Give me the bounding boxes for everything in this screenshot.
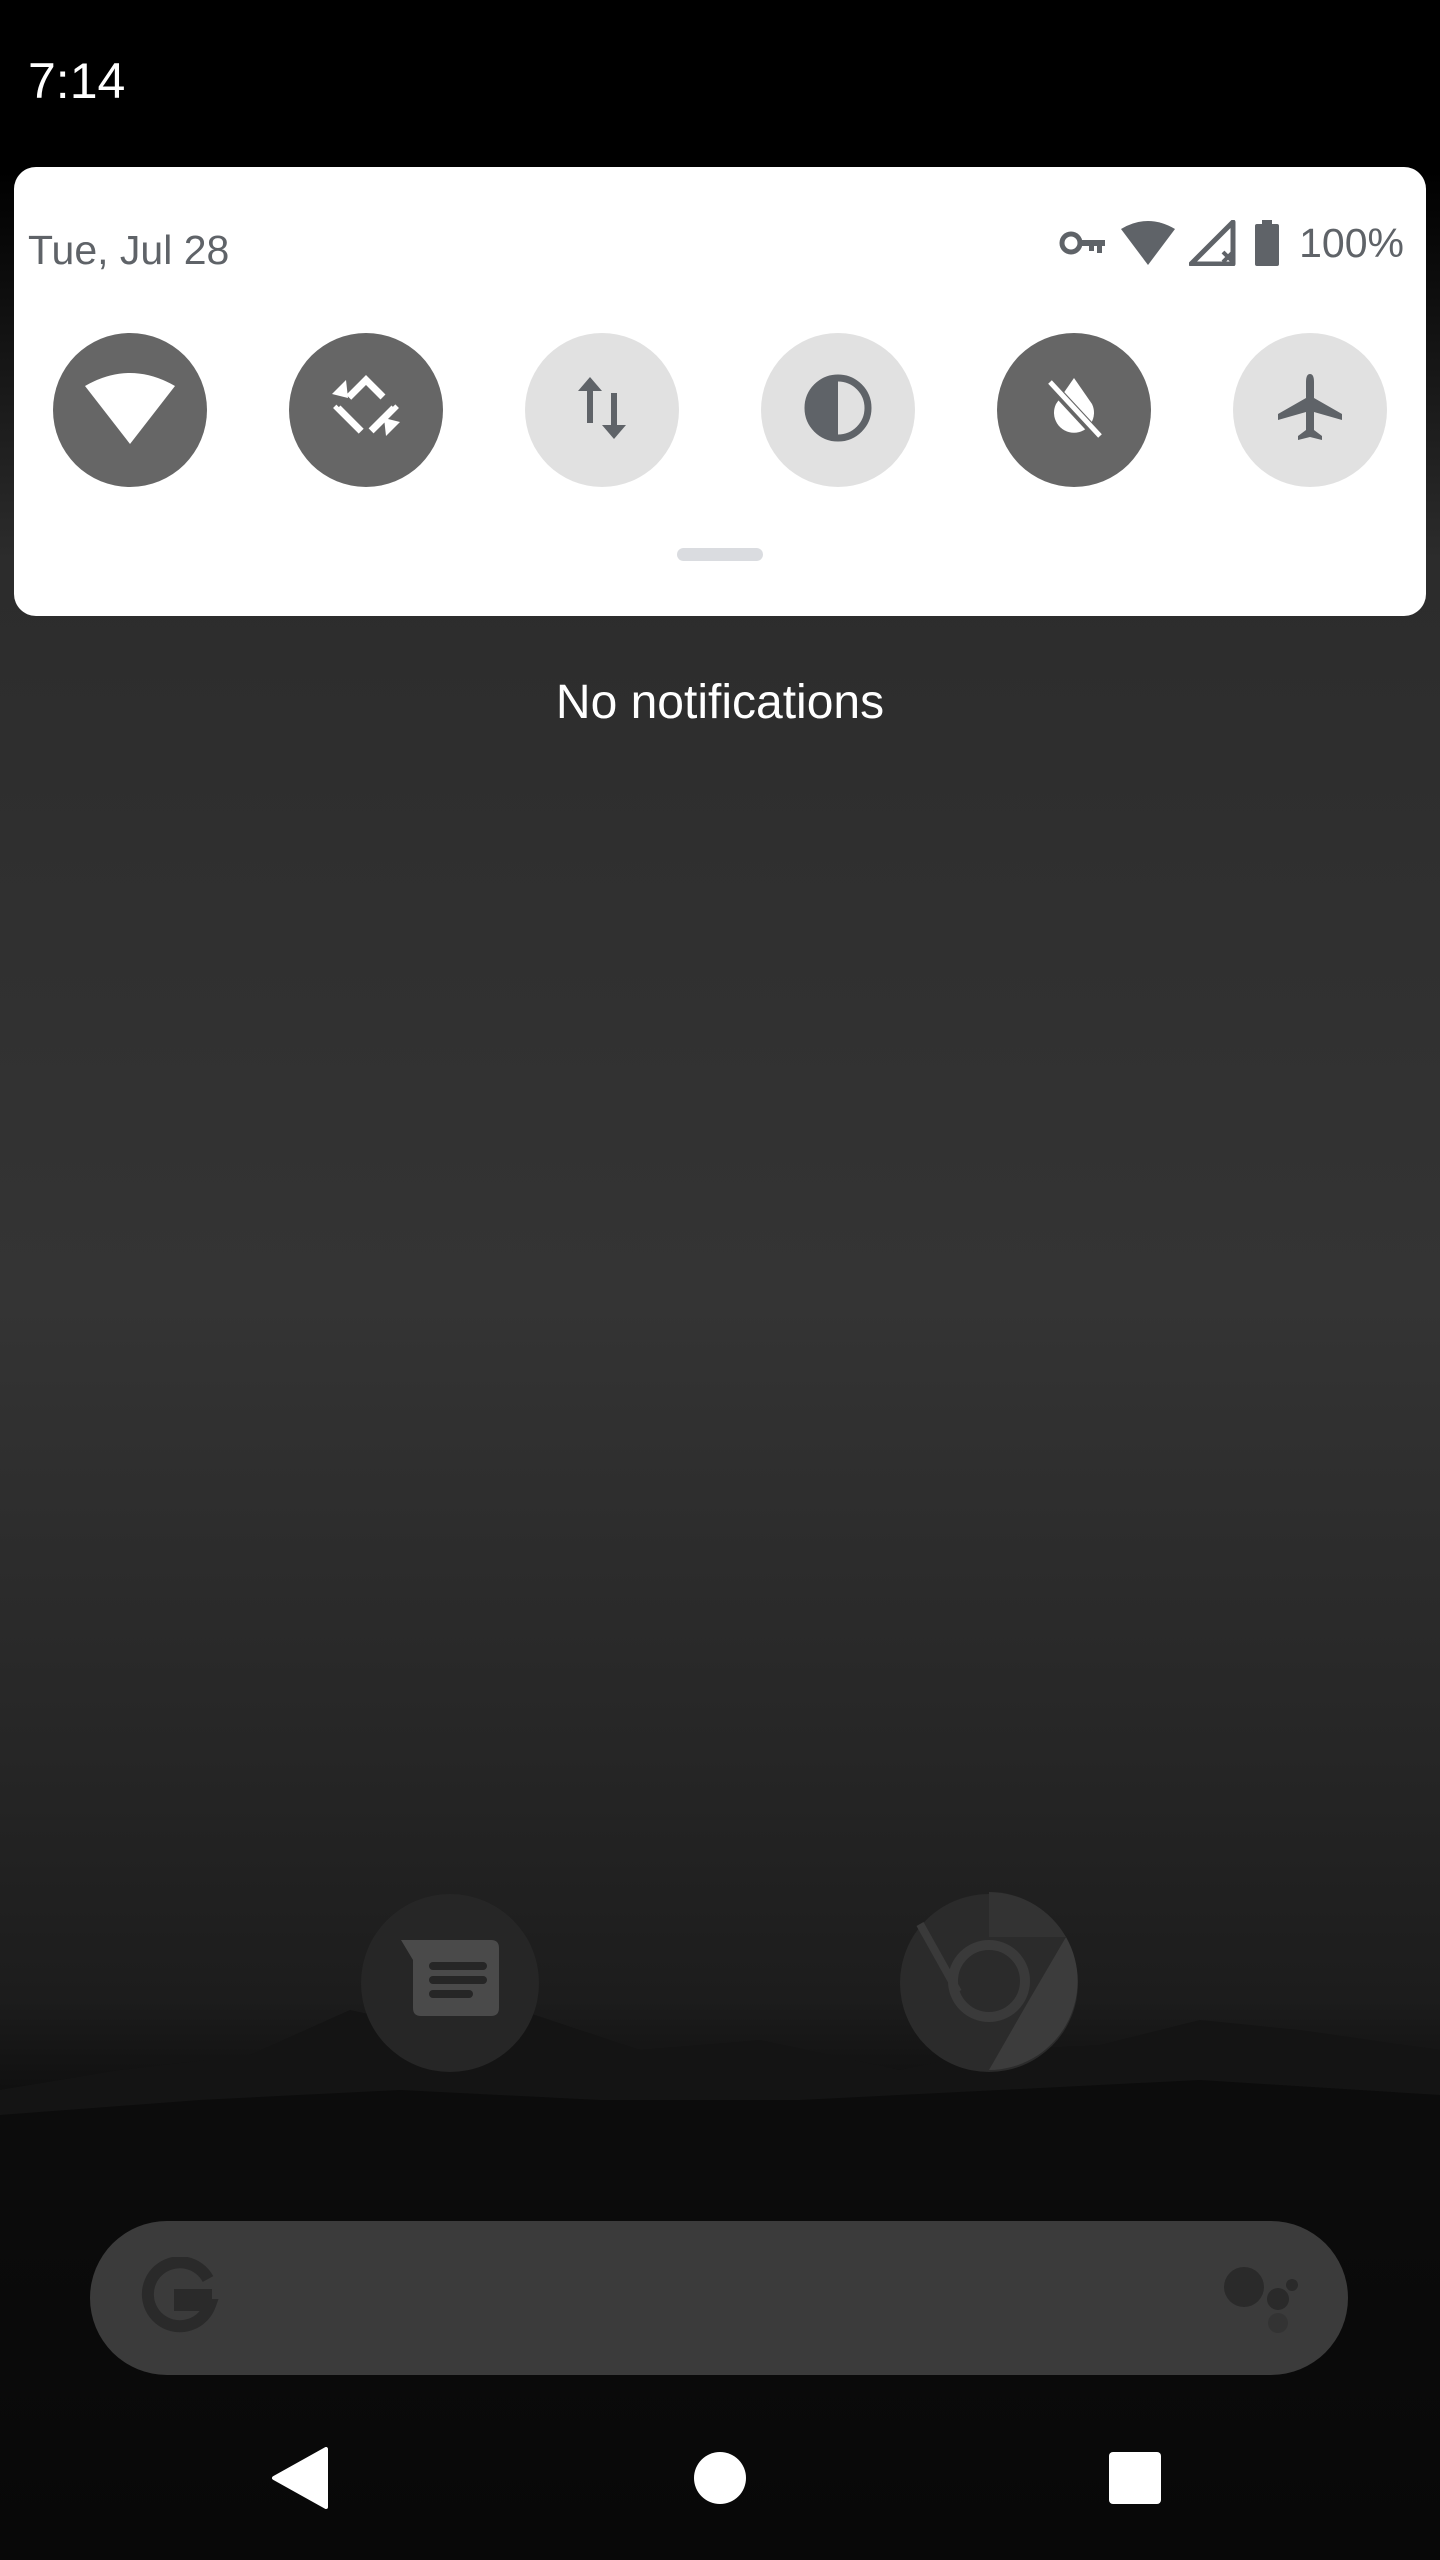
wifi-icon xyxy=(85,372,175,449)
nav-recents-button[interactable] xyxy=(1085,2430,1185,2530)
chrome-icon xyxy=(900,1891,1078,2075)
quick-settings-panel: Tue, Jul 28 100% xyxy=(14,167,1426,616)
tile-auto-rotate[interactable] xyxy=(289,333,443,487)
status-bar-clock: 7:14 xyxy=(28,53,126,109)
battery-saver-off-icon xyxy=(1038,372,1110,449)
chrome-app[interactable] xyxy=(900,1891,1078,2075)
google-search-bar[interactable] xyxy=(90,2221,1348,2375)
nav-back-button[interactable] xyxy=(250,2430,350,2530)
assistant-icon[interactable] xyxy=(1220,2257,1300,2342)
nav-home-button[interactable] xyxy=(670,2430,770,2530)
tile-wifi[interactable] xyxy=(53,333,207,487)
tile-airplane-mode[interactable] xyxy=(1233,333,1387,487)
messages-icon xyxy=(395,1936,505,2031)
rotate-icon xyxy=(330,372,402,449)
qs-date[interactable]: Tue, Jul 28 xyxy=(28,227,229,274)
tile-battery-saver[interactable] xyxy=(997,333,1151,487)
airplane-icon xyxy=(1274,372,1346,449)
cellular-no-signal-icon xyxy=(1189,220,1239,266)
hills-silhouette xyxy=(0,2010,1440,2200)
no-notifications-label: No notifications xyxy=(555,676,885,729)
messages-app[interactable] xyxy=(361,1894,539,2072)
tile-mobile-data[interactable] xyxy=(525,333,679,487)
recents-icon xyxy=(1108,2451,1162,2510)
vpn-key-icon xyxy=(1059,228,1107,258)
battery-percent: 100% xyxy=(1299,219,1404,266)
data-arrows-icon xyxy=(572,373,632,448)
tile-invert-colors[interactable] xyxy=(761,333,915,487)
half-circle-icon xyxy=(802,372,874,449)
google-g-icon[interactable] xyxy=(138,2256,220,2344)
back-icon xyxy=(270,2446,330,2514)
wifi-icon xyxy=(1121,221,1176,265)
qs-status-icons: 100% xyxy=(1059,215,1404,271)
home-icon xyxy=(693,2451,747,2510)
qs-expand-handle[interactable] xyxy=(677,548,763,561)
battery-icon xyxy=(1253,220,1281,266)
